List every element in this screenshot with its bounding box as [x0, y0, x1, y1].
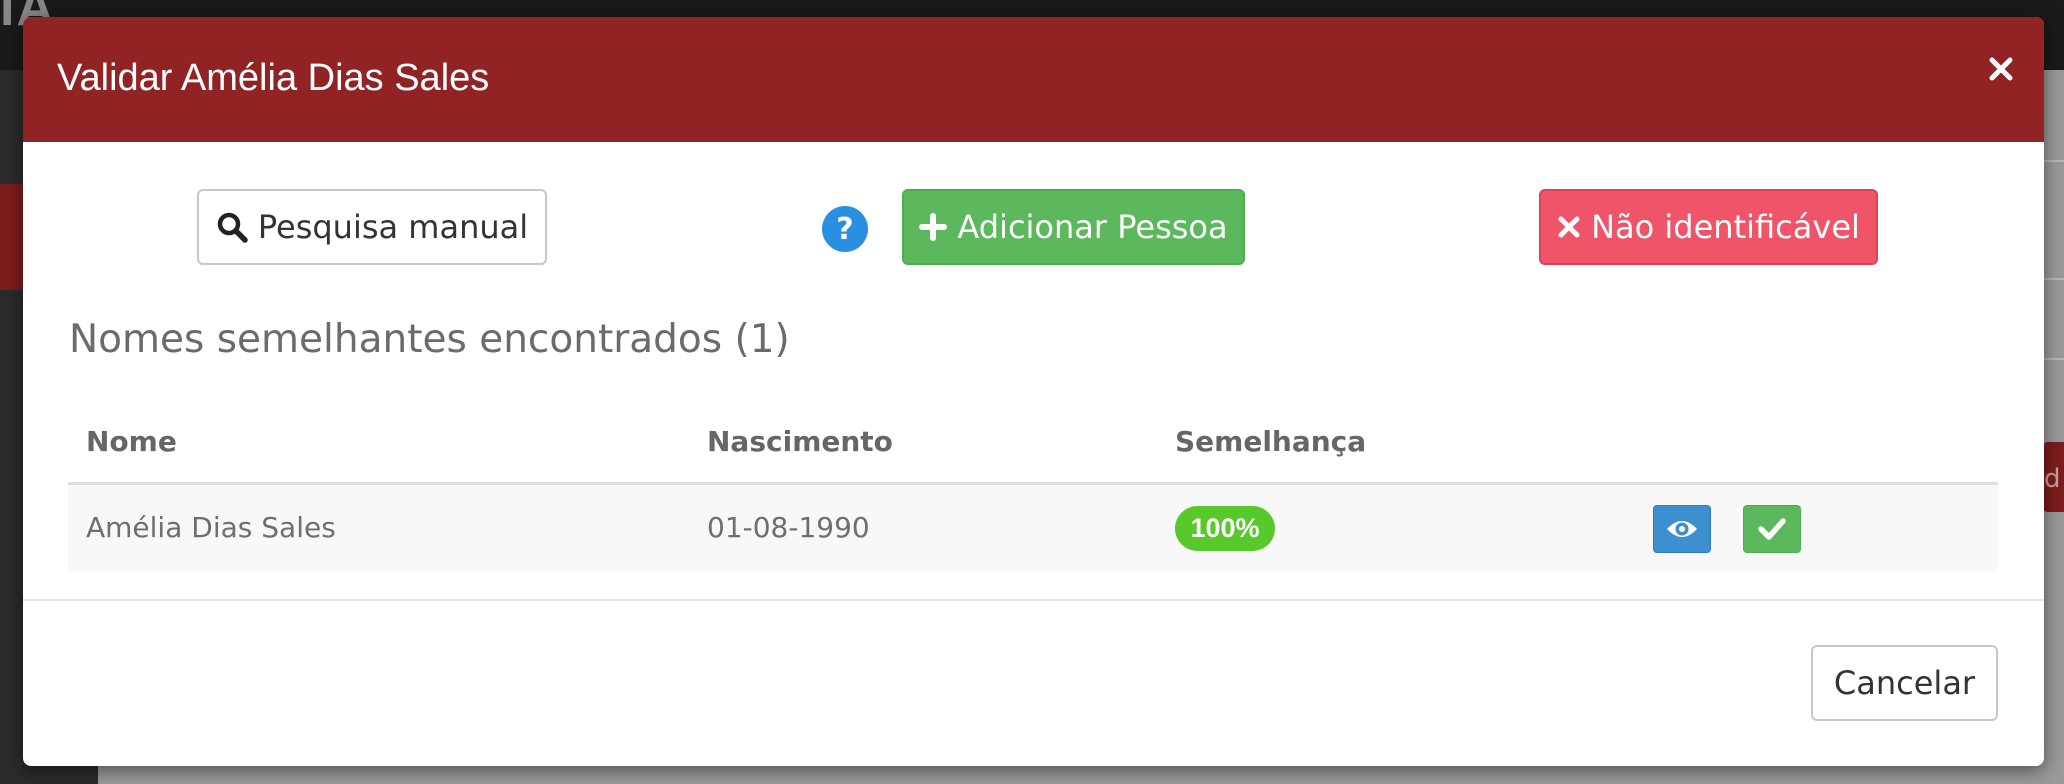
- modal-footer-divider: [23, 599, 2044, 601]
- close-icon: [1989, 57, 2013, 81]
- manual-search-button[interactable]: Pesquisa manual: [197, 189, 547, 265]
- not-identifiable-button[interactable]: Não identificável: [1539, 189, 1878, 265]
- cancel-button[interactable]: Cancelar: [1811, 645, 1998, 721]
- eye-icon: [1667, 521, 1697, 537]
- plus-icon: [919, 213, 948, 241]
- cell-name: Amélia Dias Sales: [86, 511, 336, 544]
- similarity-badge: 100%: [1175, 506, 1275, 551]
- column-header-name: Nome: [86, 425, 177, 458]
- times-icon: [1558, 216, 1580, 238]
- validate-person-modal: Validar Amélia Dias Sales Pesquisa manua…: [23, 17, 2044, 766]
- search-icon: [217, 212, 248, 243]
- table-row: Amélia Dias Sales 01-08-1990 100%: [68, 485, 1998, 571]
- svg-text:?: ?: [836, 212, 853, 247]
- add-person-label: Adicionar Pessoa: [957, 208, 1228, 246]
- background-button: d: [2042, 442, 2064, 512]
- background-button-label: d: [2044, 464, 2061, 494]
- background-sidebar-active-item: [0, 184, 24, 290]
- add-person-button[interactable]: Adicionar Pessoa: [902, 189, 1245, 265]
- question-circle-icon: ?: [822, 206, 868, 252]
- modal-title: Validar Amélia Dias Sales: [57, 57, 490, 99]
- view-person-button[interactable]: [1653, 505, 1711, 553]
- accept-match-button[interactable]: [1743, 505, 1801, 553]
- column-header-similarity: Semelhança: [1175, 425, 1367, 458]
- close-button[interactable]: [1981, 47, 2021, 91]
- cell-birth: 01-08-1990: [707, 511, 870, 544]
- not-identifiable-label: Não identificável: [1591, 208, 1860, 246]
- column-header-birth: Nascimento: [707, 425, 893, 458]
- help-button[interactable]: ?: [821, 205, 869, 253]
- manual-search-label: Pesquisa manual: [257, 208, 529, 246]
- section-title: Nomes semelhantes encontrados (1): [69, 317, 790, 362]
- modal-header: Validar Amélia Dias Sales: [23, 17, 2044, 142]
- check-icon: [1758, 518, 1786, 540]
